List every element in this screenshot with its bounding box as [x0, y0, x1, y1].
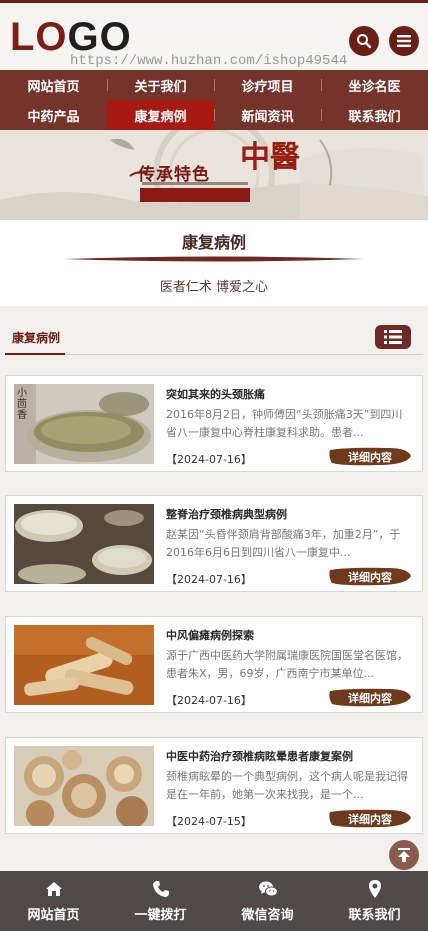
- read-more-button[interactable]: 详细内容: [328, 688, 412, 707]
- article-title[interactable]: 中风偏瘫病例探索: [166, 627, 416, 643]
- footer-label: 一键拨打: [134, 908, 187, 923]
- nav-item-products[interactable]: 中药产品: [0, 100, 107, 130]
- logo-prefix: LO: [10, 15, 68, 59]
- list-header-underline: [5, 354, 423, 355]
- nav-item-treatments[interactable]: 诊疗项目: [214, 70, 321, 100]
- list-item[interactable]: 中风偏瘫病例探索 源于广西中医药大学附属瑞康医院国医堂名医馆，患者朱X，男，69…: [5, 616, 423, 713]
- herb-image: [14, 384, 154, 464]
- herb-image: [14, 504, 154, 584]
- article-summary: 赵某因“头昏伴颈肩背部酸痛3年，加重2月”，于2016年6月6日到四川省八一康复…: [166, 528, 401, 559]
- footer-label: 网站首页: [27, 908, 80, 923]
- nav-item-home[interactable]: 网站首页: [0, 70, 107, 100]
- nav-divider: [214, 109, 215, 121]
- article-summary: 颈椎病眩晕的一个典型病例，这个病人呢是我记得是在一年前，她第一次来找我，是一个.…: [166, 770, 408, 801]
- footer-home-button[interactable]: 网站首页: [0, 871, 107, 931]
- section-title: 康复病例: [181, 233, 246, 252]
- article-thumbnail[interactable]: [14, 504, 154, 584]
- article-thumbnail[interactable]: [14, 746, 154, 826]
- read-more-button[interactable]: 详细内容: [328, 447, 412, 466]
- banner-slogan: 传承特色: [138, 165, 210, 185]
- site-logo[interactable]: LOGO: [10, 17, 132, 57]
- nav-item-doctors[interactable]: 坐诊名医: [321, 70, 428, 100]
- herb-image: [14, 625, 154, 705]
- list-item[interactable]: 小茴香 突如其来的头颈胀痛 2016年8月2日，钟师傅因“头颈胀痛3天”到四川省…: [5, 375, 423, 472]
- location-icon: [369, 880, 381, 898]
- footer-call-button[interactable]: 一键拨打: [107, 871, 214, 931]
- nav-item-contact[interactable]: 联系我们: [321, 100, 428, 130]
- footer-label: 联系我们: [348, 908, 401, 923]
- hamburger-icon: [397, 35, 411, 47]
- article-thumbnail[interactable]: [14, 625, 154, 705]
- footer-label: 微信咨询: [241, 908, 294, 923]
- home-icon: [46, 882, 62, 896]
- read-more-button[interactable]: 详细内容: [328, 809, 412, 828]
- thumbnail-caption: 小茴香: [17, 388, 27, 421]
- tab-cases[interactable]: 康复病例: [12, 329, 60, 346]
- watermark-url: https://www.huzhan.com/ishop49544: [70, 53, 348, 69]
- bottom-toolbar: 网站首页 一键拨打 微信咨询 联系我们: [0, 871, 428, 931]
- list-item[interactable]: 中医中药治疗颈椎病眩晕患者康复案例 颈椎病眩晕的一个典型病例，这个病人呢是我记得…: [5, 737, 423, 834]
- read-more-button[interactable]: 详细内容: [328, 567, 412, 586]
- section-header: 康复病例 医者仁术 博爱之心: [0, 220, 428, 306]
- section-subtitle: 医者仁术 博爱之心: [159, 280, 269, 295]
- banner-calligraphy: 中醫: [240, 140, 300, 175]
- footer-contact-button[interactable]: 联系我们: [321, 871, 428, 931]
- site-header: LOGO https://www.huzhan.com/ishop49544: [0, 3, 428, 70]
- list-icon: [384, 330, 402, 344]
- nav-divider: [107, 79, 108, 91]
- nav-divider: [214, 79, 215, 91]
- main-nav: 网站首页 关于我们 诊疗项目 坐诊名医 中药产品 康复病例 新闻资讯 联系我们: [0, 70, 428, 130]
- list-view-button[interactable]: [375, 325, 411, 349]
- phone-icon: [153, 881, 169, 897]
- article-date: 【2024-07-16】: [166, 694, 252, 707]
- back-to-top-button[interactable]: [389, 840, 419, 870]
- banner-art: [0, 130, 428, 220]
- herb-image: [14, 746, 154, 826]
- read-more-label: 详细内容: [348, 812, 392, 826]
- read-more-label: 详细内容: [348, 691, 392, 705]
- article-title[interactable]: 突如其来的头颈胀痛: [166, 386, 416, 402]
- article-thumbnail[interactable]: 小茴香: [14, 384, 154, 464]
- nav-item-news[interactable]: 新闻资讯: [214, 100, 321, 130]
- banner: 传承特色 中醫: [0, 130, 428, 220]
- search-button[interactable]: [349, 26, 379, 56]
- nav-item-cases[interactable]: 康复病例: [107, 100, 214, 130]
- nav-divider: [321, 79, 322, 91]
- list-header: 康复病例: [5, 320, 423, 356]
- nav-divider: [321, 109, 322, 121]
- article-summary: 2016年8月2日，钟师傅因“头颈胀痛3天”到四川省八一康复中心脊柱康复科求助。…: [166, 408, 403, 439]
- article-summary: 源于广西中医药大学附属瑞康医院国医堂名医馆，患者朱X，男，69岁，广西南宁市某单…: [166, 649, 408, 680]
- search-icon: [357, 34, 372, 49]
- footer-wechat-button[interactable]: 微信咨询: [214, 871, 321, 931]
- read-more-label: 详细内容: [348, 450, 392, 464]
- list-item[interactable]: 整脊治疗颈椎病典型病例 赵某因“头昏伴颈肩背部酸痛3年，加重2月”，于2016年…: [5, 495, 423, 592]
- article-date: 【2024-07-16】: [166, 453, 252, 466]
- nav-item-about[interactable]: 关于我们: [107, 70, 214, 100]
- arrow-up-icon: [398, 848, 410, 862]
- article-date: 【2024-07-15】: [166, 815, 252, 828]
- article-title[interactable]: 整脊治疗颈椎病典型病例: [166, 506, 416, 522]
- read-more-label: 详细内容: [348, 570, 392, 584]
- article-date: 【2024-07-16】: [166, 573, 252, 586]
- wechat-icon: [259, 881, 278, 897]
- tab-active-indicator: [5, 353, 65, 355]
- brush-divider: [64, 256, 364, 262]
- menu-button[interactable]: [389, 26, 419, 56]
- article-title[interactable]: 中医中药治疗颈椎病眩晕患者康复案例: [166, 748, 416, 764]
